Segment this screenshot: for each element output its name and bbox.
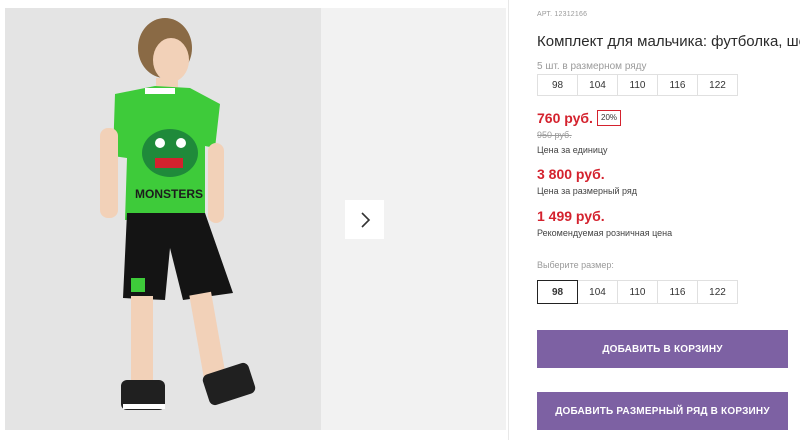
retail-price: 1 499 руб.: [537, 208, 605, 224]
size-option-116[interactable]: 116: [657, 280, 698, 304]
product-gallery: MONSTERS: [0, 0, 508, 440]
product-sku: АРТ. 12312166: [537, 11, 588, 18]
size-option-104[interactable]: 104: [577, 280, 618, 304]
size-option-98[interactable]: 98: [537, 280, 578, 304]
pack-sizes-row: 98 104 110 116 122: [537, 74, 738, 96]
chevron-right-icon: [360, 211, 370, 228]
size-selector: 98 104 110 116 122: [537, 280, 738, 304]
product-photo-illustration: MONSTERS: [5, 8, 321, 430]
pack-note: 5 шт. в размерном ряду: [537, 61, 647, 72]
pack-size-98: 98: [537, 74, 578, 96]
size-option-110[interactable]: 110: [617, 280, 658, 304]
row-price-caption: Цена за размерный ряд: [537, 186, 638, 196]
select-size-label: Выберите размер:: [537, 260, 614, 270]
pack-size-110: 110: [617, 74, 658, 96]
unit-price-caption: Цена за единицу: [537, 145, 608, 155]
tshirt-print-text: MONSTERS: [135, 187, 203, 201]
add-size-row-to-cart-button[interactable]: ДОБАВИТЬ РАЗМЕРНЫЙ РЯД В КОРЗИНУ: [537, 392, 788, 430]
unit-price: 760 руб.: [537, 110, 593, 126]
product-info-panel: АРТ. 12312166 Комплект для мальчика: фут…: [537, 0, 800, 440]
row-price: 3 800 руб.: [537, 166, 605, 182]
size-option-122[interactable]: 122: [697, 280, 738, 304]
pack-size-122: 122: [697, 74, 738, 96]
face: [153, 38, 189, 82]
discount-badge: 20%: [597, 110, 622, 126]
product-photo[interactable]: MONSTERS: [5, 8, 321, 430]
old-price: 950 руб.: [537, 130, 572, 140]
panel-divider: [508, 0, 509, 440]
monster-print: [142, 129, 198, 177]
product-title: Комплект для мальчика: футболка, шорты: [537, 33, 800, 50]
retail-price-caption: Рекомендуемая розничная цена: [537, 228, 673, 238]
pack-size-104: 104: [577, 74, 618, 96]
add-to-cart-button[interactable]: ДОБАВИТЬ В КОРЗИНУ: [537, 330, 788, 368]
gallery-next-button[interactable]: [345, 200, 384, 239]
pack-size-116: 116: [657, 74, 698, 96]
